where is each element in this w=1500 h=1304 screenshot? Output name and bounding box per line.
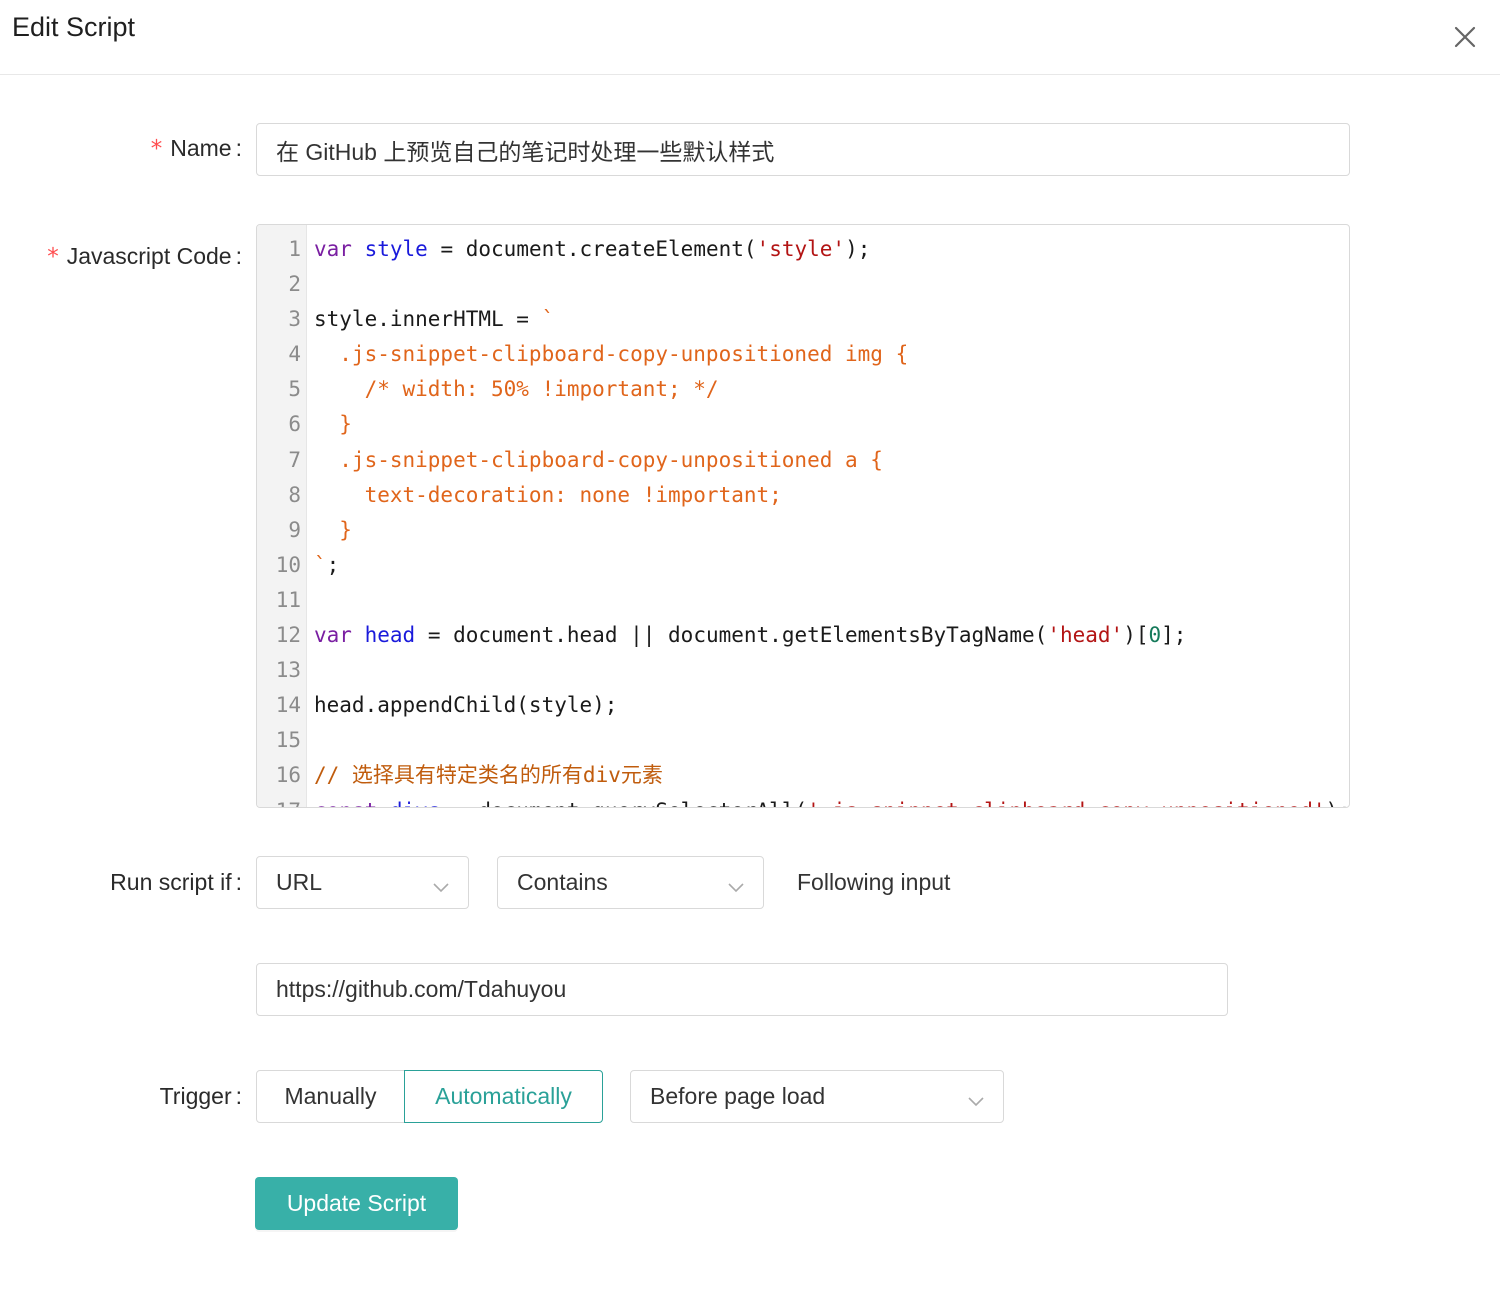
code-line: 7 .js-snippet-clipboard-copy-unpositione… bbox=[257, 443, 1349, 478]
chevron-down-icon bbox=[727, 875, 745, 893]
code-line: 15 bbox=[257, 723, 1349, 758]
code-line: 9 } bbox=[257, 513, 1349, 548]
code-line: 1 var style = document.createElement('sty… bbox=[257, 232, 1349, 267]
code-line-text: // 选择具有特定类名的所有div元素 bbox=[314, 763, 663, 788]
code-line-text: const divs = document.querySelectorAll('… bbox=[314, 794, 1349, 808]
timing-select[interactable]: Before page load bbox=[630, 1070, 1004, 1123]
close-icon[interactable] bbox=[1446, 18, 1484, 56]
field-select[interactable]: URL bbox=[256, 856, 469, 909]
code-line-text: } bbox=[314, 517, 352, 542]
code-line-text: var style = document.createElement('styl… bbox=[314, 237, 871, 261]
code-line: 4 .js-snippet-clipboard-copy-unpositione… bbox=[257, 337, 1349, 372]
dialog-header: Edit Script bbox=[0, 0, 1500, 75]
code-line: 17 const divs = document.querySelectorAll… bbox=[257, 794, 1349, 808]
run-if-label: Run script if: bbox=[110, 869, 242, 895]
line-number: 14 bbox=[275, 693, 301, 718]
name-label: * Name: bbox=[150, 135, 242, 162]
dialog-title: Edit Script bbox=[12, 12, 136, 42]
code-line-text: head.appendChild(style); bbox=[314, 693, 618, 718]
field-select-value: URL bbox=[276, 869, 323, 895]
line-number: 10 bbox=[275, 552, 301, 577]
line-number: 13 bbox=[275, 658, 301, 683]
code-line-text: var head = document.head || document.get… bbox=[314, 623, 1187, 648]
name-input-value: 在 GitHub 上预览自己的笔记时处理一些默认样式 bbox=[276, 138, 775, 165]
code-line: 14 head.appendChild(style); bbox=[257, 688, 1349, 723]
code-line: 2 bbox=[257, 267, 1349, 302]
line-number: 2 bbox=[288, 272, 301, 297]
timing-select-value: Before page load bbox=[650, 1083, 826, 1109]
code-editor[interactable]: 1 var style = document.createElement('sty… bbox=[256, 224, 1350, 808]
operator-select[interactable]: Contains bbox=[497, 856, 764, 909]
chevron-down-icon bbox=[967, 1089, 985, 1107]
required-mark: * bbox=[47, 244, 59, 270]
code-line-text: } bbox=[314, 412, 352, 437]
code-line-text: style.innerHTML = ` bbox=[314, 307, 555, 332]
update-script-button[interactable]: Update Script bbox=[255, 1177, 458, 1230]
line-number: 11 bbox=[275, 587, 301, 612]
code-line: 3 style.innerHTML = ` bbox=[257, 302, 1349, 337]
trigger-label: Trigger: bbox=[159, 1083, 242, 1109]
line-number: 4 bbox=[288, 342, 301, 367]
line-number: 3 bbox=[288, 307, 301, 332]
line-number: 9 bbox=[288, 517, 301, 542]
line-number: 12 bbox=[275, 623, 301, 648]
code-label: * Javascript Code: bbox=[47, 243, 242, 270]
line-number: 1 bbox=[288, 237, 301, 261]
operator-select-value: Contains bbox=[517, 869, 608, 895]
line-number: 16 bbox=[275, 763, 301, 788]
code-line: 6 } bbox=[257, 407, 1349, 442]
code-line: 13 bbox=[257, 653, 1349, 688]
following-input-text: Following input bbox=[797, 869, 951, 895]
line-number: 6 bbox=[288, 412, 301, 437]
code-line: 8 text-decoration: none !important; bbox=[257, 478, 1349, 513]
url-input-value: https://github.com/Tdahuyou bbox=[276, 976, 567, 1002]
trigger-automatically-option[interactable]: Automatically bbox=[404, 1070, 603, 1123]
code-line-text: .js-snippet-clipboard-copy-unpositioned … bbox=[314, 342, 909, 367]
code-line-text: text-decoration: none !important; bbox=[314, 482, 782, 507]
line-number: 5 bbox=[288, 377, 301, 402]
line-number: 15 bbox=[275, 728, 301, 753]
line-number: 8 bbox=[288, 482, 301, 507]
code-line: 5 /* width: 50% !important; */ bbox=[257, 372, 1349, 407]
code-lines: 1 var style = document.createElement('sty… bbox=[257, 232, 1349, 808]
chevron-down-icon bbox=[432, 875, 450, 893]
code-line-text: .js-snippet-clipboard-copy-unpositioned … bbox=[314, 447, 883, 472]
code-line: 12 var head = document.head || document.g… bbox=[257, 618, 1349, 653]
url-input[interactable]: https://github.com/Tdahuyou bbox=[256, 963, 1228, 1016]
line-number: 17 bbox=[257, 794, 301, 808]
code-line-text: `; bbox=[314, 552, 340, 577]
name-input[interactable]: 在 GitHub 上预览自己的笔记时处理一些默认样式 bbox=[256, 123, 1350, 176]
code-line: 16 // 选择具有特定类名的所有div元素 bbox=[257, 758, 1349, 793]
trigger-manually-option[interactable]: Manually bbox=[256, 1070, 405, 1123]
code-line-text: /* width: 50% !important; */ bbox=[314, 377, 719, 402]
required-mark: * bbox=[150, 136, 163, 162]
code-line: 10 `; bbox=[257, 548, 1349, 583]
code-line: 11 bbox=[257, 583, 1349, 618]
line-number: 7 bbox=[288, 447, 301, 472]
